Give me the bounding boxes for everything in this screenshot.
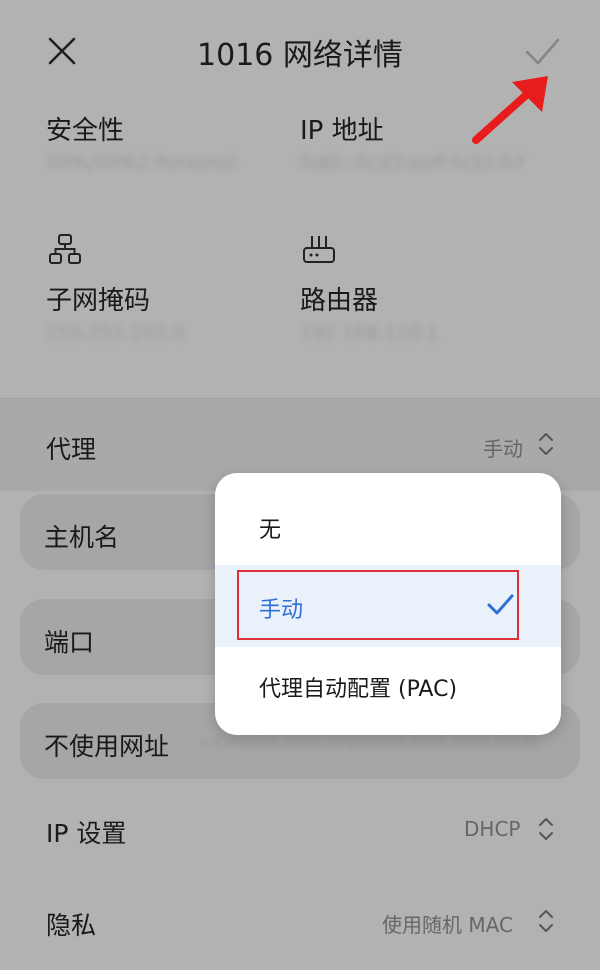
router-value: 192.168.110.1 [300, 322, 440, 344]
option-none[interactable]: 无 [215, 485, 561, 567]
chevron-updown-icon [539, 818, 553, 840]
check-icon [487, 594, 514, 615]
port-label: 端口 [44, 628, 95, 657]
option-label: 代理自动配置 (PAC) [259, 677, 458, 702]
option-manual[interactable]: 手动 [215, 565, 561, 647]
chevron-updown-icon [539, 433, 553, 455]
annotation-arrow-icon [472, 76, 548, 144]
subnet-mask-value: 255.255.255.0 [46, 322, 186, 344]
option-pac[interactable]: 代理自动配置 (PAC) [215, 647, 561, 729]
hostname-label: 主机名 [44, 523, 120, 552]
privacy-value[interactable]: 使用随机 MAC [382, 909, 513, 938]
proxy-value: 手动 [483, 437, 523, 461]
router-icon [303, 236, 335, 263]
security-label: 安全性 [46, 116, 125, 146]
ip-settings-label: IP 设置 [46, 819, 127, 848]
router-label: 路由器 [300, 286, 379, 316]
security-value: WPA/WPA2-Personal [46, 152, 237, 174]
ip-address-value: fe80::4cd3:eeff:fe32:fcf [300, 152, 525, 174]
confirm-check-icon[interactable] [522, 34, 562, 70]
proxy-label: 代理 [46, 435, 97, 464]
chevron-updown-icon [539, 910, 553, 932]
bypass-value: example.com,mycomp.test.com,local [200, 732, 538, 753]
ip-address-label: IP 地址 [300, 116, 384, 146]
proxy-options-popup: 无 手动 代理自动配置 (PAC) [215, 473, 561, 735]
privacy-label: 隐私 [46, 911, 97, 940]
subnet-mask-label: 子网掩码 [46, 286, 151, 316]
option-label: 无 [259, 518, 282, 543]
bypass-label: 不使用网址 [44, 732, 170, 761]
page-title: 1016 网络详情 [197, 38, 403, 73]
annotation-highlight-box [237, 570, 519, 640]
network-topology-icon [49, 234, 81, 264]
ip-settings-value[interactable]: DHCP [464, 817, 520, 841]
